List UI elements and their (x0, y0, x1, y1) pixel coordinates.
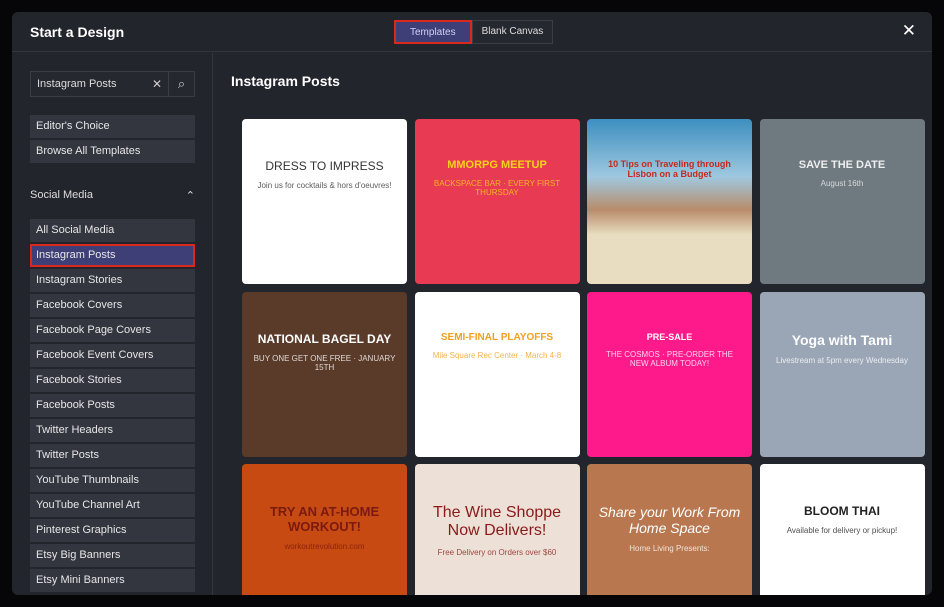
clear-search-icon[interactable]: ✕ (146, 72, 168, 96)
sidebar-item[interactable]: Facebook Covers (30, 294, 195, 317)
template-subtitle: Mile Square Rec Center · March 4-8 (432, 350, 562, 360)
template-card[interactable]: 10 Tips on Traveling through Lisbon on a… (587, 119, 752, 284)
sidebar-item[interactable]: All Social Media (30, 219, 195, 242)
template-title: DRESS TO IMPRESS (265, 159, 384, 173)
template-title: The Wine Shoppe Now Delivers! (432, 504, 562, 539)
template-title: 10 Tips on Traveling through Lisbon on a… (608, 159, 731, 179)
close-icon[interactable]: ✕ (902, 21, 916, 41)
sidebar-item[interactable]: Instagram Stories (30, 269, 195, 292)
chevron-up-icon[interactable]: ⌃ (186, 189, 195, 202)
template-title: SEMI-FINAL PLAYOFFS (440, 331, 554, 343)
sidebar-item[interactable]: Twitter Posts (30, 444, 195, 467)
sidebar-item[interactable]: Facebook Stories (30, 369, 195, 392)
sidebar-item[interactable]: Pinterest Graphics (30, 519, 195, 542)
search-box: Instagram Posts ✕ ⌕ (30, 71, 195, 97)
template-subtitle: August 16th (820, 179, 864, 188)
template-title: BLOOM THAI (804, 504, 880, 518)
template-subtitle: workoutrevolution.com (284, 542, 365, 551)
template-card[interactable]: Share your Work From Home Space Home Livi… (587, 464, 752, 595)
section-label: Social Media (30, 189, 93, 201)
modal-header: Start a Design Templates Blank Canvas ✕ (12, 12, 932, 52)
start-design-modal: Start a Design Templates Blank Canvas ✕ … (12, 12, 932, 595)
template-title: MMORPG MEETUP (447, 159, 547, 171)
tab-blank-canvas[interactable]: Blank Canvas (471, 20, 554, 44)
template-card[interactable]: NATIONAL BAGEL DAY BUY ONE GET ONE FREE ·… (242, 291, 407, 457)
tab-templates[interactable]: Templates (394, 20, 472, 44)
sidebar-item[interactable]: YouTube Thumbnails (30, 469, 195, 492)
search-input[interactable]: Instagram Posts (31, 72, 146, 96)
template-title: PRE-SALE (646, 331, 693, 342)
template-title: SAVE THE DATE (798, 159, 886, 171)
sidebar: Instagram Posts ✕ ⌕ Editor's Choice Brow… (12, 53, 213, 595)
template-card[interactable]: TRY AN AT-HOME WORKOUT! workoutrevolution… (242, 464, 407, 595)
template-subtitle: THE COSMOS · PRE-ORDER THE NEW ALBUM TOD… (606, 349, 733, 368)
template-subtitle: BACKSPACE BAR · EVERY FIRST THURSDAY (433, 179, 561, 197)
template-subtitle: Join us for cocktails & hors d'oeuvres! (257, 181, 392, 190)
template-card[interactable]: SAVE THE DATE August 16th (759, 119, 925, 284)
sidebar-item[interactable]: Etsy Big Banners (30, 544, 195, 567)
template-card[interactable]: MMORPG MEETUP BACKSPACE BAR · EVERY FIRST… (414, 119, 580, 284)
template-subtitle: BUY ONE GET ONE FREE · JANUARY 15TH (253, 353, 396, 372)
template-card[interactable]: The Wine Shoppe Now Delivers! Free Delive… (414, 464, 580, 595)
mode-tabs: Templates Blank Canvas (394, 20, 554, 44)
template-subtitle: Free Delivery on Orders over $60 (437, 548, 557, 557)
template-title: TRY AN AT-HOME WORKOUT! (269, 504, 380, 534)
section-social-media[interactable]: Social Media ⌃ (30, 189, 195, 202)
sidebar-item[interactable]: Facebook Page Covers (30, 319, 195, 342)
sidebar-item[interactable]: Facebook Event Covers (30, 344, 195, 367)
template-subtitle: Livestream at 5pm every Wednesday (776, 355, 908, 365)
sidebar-item[interactable]: Facebook Posts (30, 394, 195, 417)
sidebar-item-editors-choice[interactable]: Editor's Choice (30, 115, 195, 138)
template-card[interactable]: SEMI-FINAL PLAYOFFS Mile Square Rec Cente… (414, 291, 580, 457)
template-card[interactable]: Yoga with Tami Livestream at 5pm every We… (759, 291, 925, 457)
template-title: NATIONAL BAGEL DAY (257, 331, 392, 346)
page-title: Instagram Posts (231, 73, 340, 89)
template-area: Instagram Posts DRESS TO IMPRESS Join us … (231, 53, 932, 595)
sidebar-item-browse-all[interactable]: Browse All Templates (30, 140, 195, 163)
sidebar-item[interactable]: YouTube Channel Art (30, 494, 195, 517)
template-title: Share your Work From Home Space (598, 504, 741, 536)
template-card[interactable]: PRE-SALE THE COSMOS · PRE-ORDER THE NEW A… (587, 291, 752, 457)
template-subtitle: Home Living Presents: (629, 544, 710, 553)
template-title: Yoga with Tami (791, 331, 893, 348)
search-icon[interactable]: ⌕ (168, 72, 194, 96)
template-card[interactable]: BLOOM THAI Available for delivery or pick… (759, 464, 925, 595)
modal-title: Start a Design (30, 24, 125, 40)
sidebar-item[interactable]: Etsy Mini Banners (30, 569, 195, 592)
sidebar-item[interactable]: Instagram Posts (30, 244, 195, 267)
template-card[interactable]: DRESS TO IMPRESS Join us for cocktails & … (242, 119, 407, 284)
template-subtitle: Available for delivery or pickup! (786, 526, 898, 535)
sidebar-item[interactable]: Twitter Headers (30, 419, 195, 442)
